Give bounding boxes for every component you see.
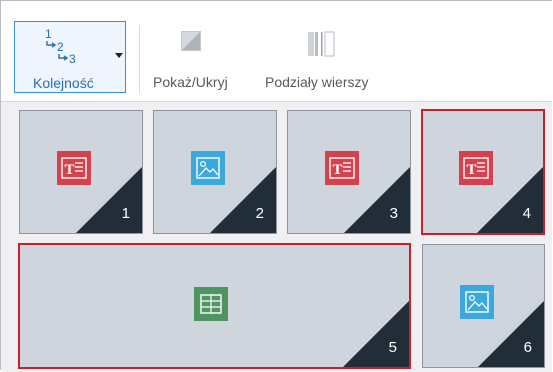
tile-corner — [344, 167, 410, 233]
toolbar-divider — [139, 25, 140, 93]
table-icon — [194, 287, 228, 321]
svg-text:T: T — [467, 162, 477, 178]
tile-number: 3 — [389, 205, 398, 222]
tile-corner — [343, 301, 409, 367]
tile-5[interactable]: 5 — [18, 243, 411, 369]
show-hide-button[interactable]: Pokaż/Ukryj — [151, 21, 246, 93]
tile-number: 5 — [388, 339, 397, 356]
tile-corner — [477, 167, 543, 233]
show-hide-label: Pokaż/Ukryj — [153, 74, 228, 90]
order-icon-num-3: 3 — [69, 52, 76, 66]
svg-text:T: T — [65, 162, 75, 178]
order-button[interactable]: 1 2 3 Kolejność — [14, 21, 126, 93]
tile-4[interactable]: T 4 — [421, 109, 545, 235]
order-icon-num-1: 1 — [45, 27, 52, 41]
chevron-down-icon[interactable] — [115, 53, 123, 58]
order-icon-num-2: 2 — [57, 40, 64, 54]
toolbar: 1 2 3 Kolejność Pokaż/Ukryj Podziały wie… — [1, 1, 552, 101]
row-breaks-button[interactable]: Podziały wierszy — [263, 21, 393, 93]
row-breaks-icon — [308, 31, 335, 57]
tile-number: 6 — [523, 339, 532, 356]
tile-3[interactable]: T 3 — [287, 110, 411, 234]
tile-1[interactable]: T 1 — [19, 110, 143, 234]
row-breaks-label: Podziały wierszy — [265, 74, 369, 90]
tile-6[interactable]: 6 — [422, 244, 545, 368]
reorder-icon: 1 2 3 — [45, 27, 76, 66]
tile-corner — [478, 301, 544, 367]
svg-text:T: T — [333, 162, 343, 178]
tile-grid: T 1 2 T 3 T 4 5 6 — [1, 101, 552, 372]
tile-number: 2 — [255, 205, 264, 222]
tile-2[interactable]: 2 — [153, 110, 277, 234]
tile-corner — [76, 167, 142, 233]
tile-corner — [210, 167, 276, 233]
tile-number: 1 — [121, 205, 130, 222]
show-hide-icon — [181, 31, 201, 51]
panel-frame: 1 2 3 Kolejność Pokaż/Ukryj Podziały wie… — [0, 0, 552, 372]
order-button-label: Kolejność — [33, 75, 94, 91]
tile-number: 4 — [522, 205, 531, 222]
